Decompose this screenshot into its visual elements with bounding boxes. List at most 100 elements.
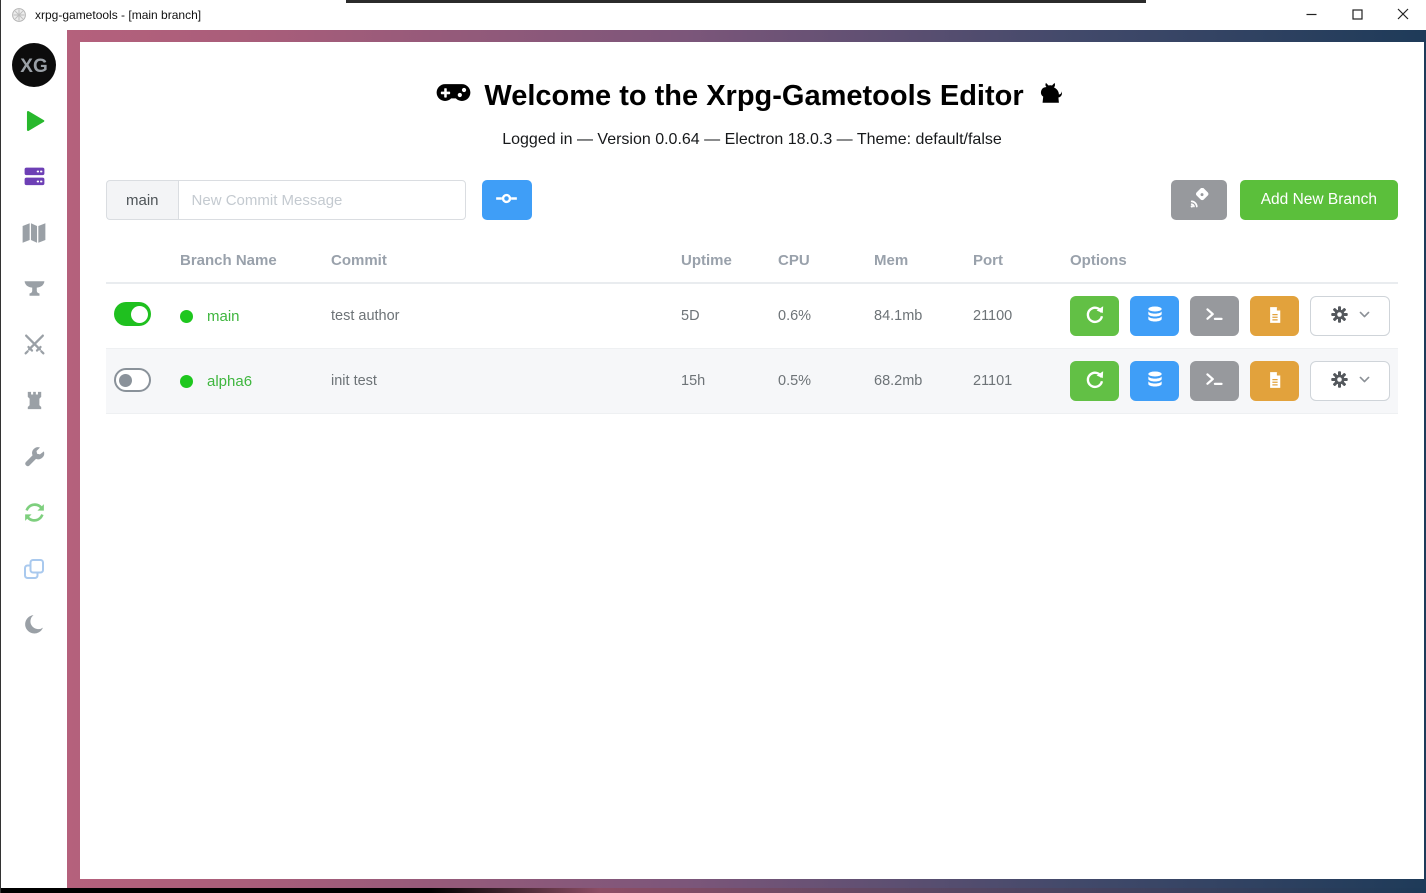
branch-enabled-toggle[interactable] (114, 368, 151, 392)
uptime-cell: 5D (673, 308, 770, 324)
database-button[interactable] (1130, 296, 1179, 336)
main-content: Welcome to the Xrpg-Gametools Editor Log… (80, 42, 1424, 879)
broadcast-button[interactable] (1171, 180, 1227, 220)
gear-icon (1330, 305, 1349, 327)
uptime-cell: 15h (673, 373, 770, 389)
app-icon (11, 7, 27, 23)
cpu-cell: 0.5% (770, 373, 866, 389)
restart-button[interactable] (1070, 296, 1119, 336)
app-logo[interactable]: XG (11, 42, 57, 88)
moon-icon (23, 613, 46, 639)
maximize-icon (1352, 8, 1363, 23)
sidebar-item-tools[interactable] (1, 430, 67, 486)
sidebar-item-combat[interactable] (1, 318, 67, 374)
clone-icon (22, 557, 46, 584)
logo-text: XG (20, 56, 47, 77)
restart-button[interactable] (1070, 361, 1119, 401)
file-icon (1266, 370, 1284, 393)
branch-name: main (207, 308, 240, 325)
header-options: Options (1062, 244, 1398, 282)
page-title-text: Welcome to the Xrpg-Gametools Editor (484, 80, 1023, 113)
cpu-cell: 0.6% (770, 308, 866, 324)
redo-icon (1084, 369, 1105, 393)
titlebar: xrpg-gametools - [main branch] (1, 0, 1426, 30)
sync-icon (22, 500, 47, 528)
commit-button[interactable] (482, 180, 532, 220)
gamepad-icon (436, 79, 471, 114)
chevron-down-icon (1358, 308, 1371, 324)
terminal-icon (1204, 369, 1225, 393)
table-row: main test author 5D 0.6% 84.1mb 21100 (106, 284, 1398, 349)
header-commit: Commit (323, 244, 673, 282)
page-title: Welcome to the Xrpg-Gametools Editor (106, 42, 1398, 114)
header-mem: Mem (866, 244, 965, 282)
database-button[interactable] (1130, 361, 1179, 401)
status-dot (180, 310, 193, 323)
mem-cell: 68.2mb (866, 373, 965, 389)
branch-enabled-toggle[interactable] (114, 302, 151, 326)
sidebar-item-sync[interactable] (1, 486, 67, 542)
settings-dropdown[interactable] (1310, 296, 1390, 336)
redo-icon (1084, 304, 1105, 328)
window-top-edge-artifact (346, 0, 1146, 3)
status-dot (180, 375, 193, 388)
sidebar-item-play[interactable] (1, 94, 67, 150)
sidebar-item-forge[interactable] (1, 262, 67, 318)
header-branch-name: Branch Name (172, 244, 323, 282)
table-row: alpha6 init test 15h 0.5% 68.2mb 21101 (106, 349, 1398, 414)
port-cell: 21100 (965, 308, 1062, 324)
add-new-branch-button[interactable]: Add New Branch (1240, 180, 1398, 220)
toolbar: main Add New Branch (106, 180, 1398, 220)
sidebar-item-windows[interactable] (1, 542, 67, 598)
black-cat-icon (1037, 80, 1068, 114)
options-cell (1062, 361, 1398, 401)
chevron-down-icon (1358, 373, 1371, 389)
commit-input-group: main (106, 180, 466, 220)
branch-addon-label: main (106, 180, 178, 220)
terminal-button[interactable] (1190, 361, 1239, 401)
branch-name: alpha6 (207, 373, 252, 390)
mem-cell: 84.1mb (866, 308, 965, 324)
logs-button[interactable] (1250, 296, 1299, 336)
git-commit-icon (495, 187, 518, 213)
sidebar-item-towers[interactable] (1, 374, 67, 430)
logs-button[interactable] (1250, 361, 1299, 401)
header-cpu: CPU (770, 244, 866, 282)
sidebar-item-maps[interactable] (1, 206, 67, 262)
wrench-icon (22, 445, 46, 472)
header-port: Port (965, 244, 1062, 282)
close-icon (1397, 8, 1409, 23)
database-icon (1145, 305, 1165, 328)
terminal-button[interactable] (1190, 296, 1239, 336)
status-line: Logged in — Version 0.0.64 — Electron 18… (106, 131, 1398, 149)
maximize-button[interactable] (1334, 0, 1380, 30)
minimize-button[interactable] (1288, 0, 1334, 30)
terminal-icon (1204, 304, 1225, 328)
close-button[interactable] (1380, 0, 1426, 30)
server-stack-icon (22, 164, 47, 192)
options-cell (1062, 296, 1398, 336)
map-icon (21, 220, 47, 249)
commit-message-input[interactable] (178, 180, 466, 220)
header-toggle (106, 253, 172, 274)
anvil-icon (22, 276, 47, 304)
settings-dropdown[interactable] (1310, 361, 1390, 401)
gear-icon (1330, 370, 1349, 392)
window-title: xrpg-gametools - [main branch] (35, 8, 201, 22)
header-uptime: Uptime (673, 244, 770, 282)
window-bottom-edge (1, 888, 1426, 893)
commit-cell: init test (323, 373, 673, 389)
crossed-swords-icon (22, 332, 47, 360)
sidebar: XG (1, 30, 67, 888)
file-icon (1266, 305, 1284, 328)
sidebar-item-dark-mode[interactable] (1, 598, 67, 654)
port-cell: 21101 (965, 373, 1062, 389)
chess-rook-icon (23, 389, 46, 415)
table-header-row: Branch Name Commit Uptime CPU Mem Port O… (106, 244, 1398, 284)
play-icon (21, 108, 47, 137)
database-icon (1145, 370, 1165, 393)
branch-table: Branch Name Commit Uptime CPU Mem Port O… (106, 244, 1398, 414)
broadcast-icon (1188, 188, 1210, 213)
sidebar-item-servers[interactable] (1, 150, 67, 206)
app-body: XG (1, 30, 1426, 888)
